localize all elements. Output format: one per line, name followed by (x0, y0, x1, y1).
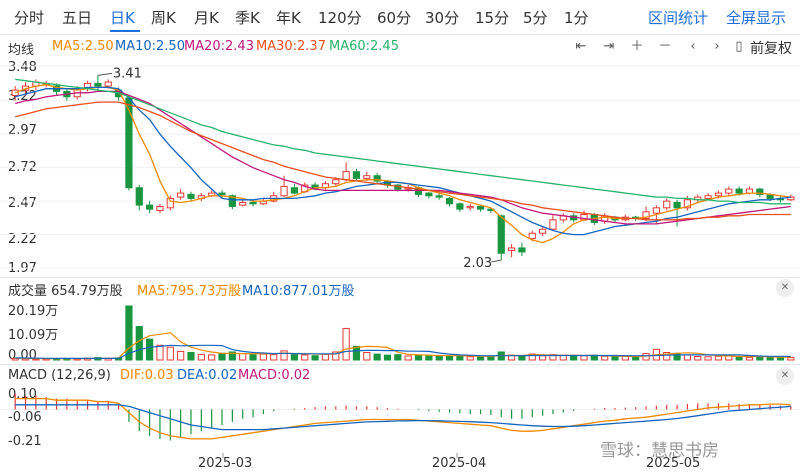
volume-bar (270, 354, 278, 361)
candle-body (280, 185, 288, 197)
volume-bar (301, 354, 309, 361)
volume-bar (539, 355, 547, 361)
volume-bar (373, 353, 381, 361)
volume-bar (218, 352, 226, 361)
candle-body (218, 192, 226, 195)
watermark: 雪球：慧思书房 (600, 441, 719, 461)
volume-bar (476, 356, 485, 361)
volume-bar (580, 355, 588, 361)
volume-bar (146, 338, 154, 361)
volume-bar (352, 345, 361, 361)
candle-body (352, 171, 361, 179)
candle-body (342, 171, 350, 181)
candle-body (466, 205, 474, 209)
volume-bar (466, 356, 474, 361)
volume-bar (363, 352, 371, 361)
volume-bar (787, 357, 795, 361)
candle-body (249, 201, 257, 205)
volume-bar (518, 355, 526, 361)
candle-body (146, 204, 154, 210)
volume-bar (239, 353, 247, 361)
candle-body (332, 179, 340, 185)
candle-body (704, 195, 712, 199)
candle-body (518, 247, 526, 253)
volume-bar (383, 354, 392, 361)
candle-body (94, 82, 102, 87)
volume-bar (311, 355, 319, 361)
candle-body (456, 203, 464, 210)
candle-body (156, 205, 164, 211)
volume-bar (135, 326, 143, 361)
volume-bar (683, 354, 692, 361)
candle-body (714, 192, 723, 197)
high-price-label: 3.41 (113, 66, 142, 81)
volume-bar (166, 346, 174, 361)
volume-bar (156, 344, 164, 361)
candle-body (735, 188, 743, 194)
candle-body (135, 187, 143, 206)
high-marker-line (97, 72, 112, 76)
candle-body (187, 193, 195, 199)
volume-bar (435, 355, 443, 361)
candle-body (652, 207, 660, 214)
candle-body (476, 205, 485, 210)
low-marker-line (491, 259, 502, 263)
volume-bar (601, 355, 609, 361)
volume-bar (611, 356, 619, 361)
candle-body (673, 201, 681, 209)
volume-bar (394, 354, 402, 361)
candle-body (725, 188, 733, 194)
volume-bar (259, 353, 267, 361)
volume-bar (632, 356, 640, 361)
candle-body (177, 192, 185, 198)
volume-bar (445, 355, 454, 361)
candle-body (507, 247, 516, 252)
low-price-label: 2.03 (463, 256, 492, 271)
candle-body (663, 200, 671, 209)
macd-dea-line (15, 404, 791, 431)
volume-bar (125, 305, 133, 361)
candle-body (528, 232, 536, 240)
candle-body (435, 195, 443, 198)
candle-body (445, 197, 454, 205)
candle-body (104, 81, 112, 87)
volume-bar (290, 354, 299, 361)
volume-bar (714, 355, 723, 361)
candle-body (539, 228, 547, 234)
volume-bar (249, 354, 257, 361)
volume-bar (559, 354, 567, 361)
volume-bar (425, 354, 433, 361)
candle-body (549, 219, 557, 230)
candle-body (497, 215, 505, 254)
volume-bar (187, 352, 195, 361)
volume-bar (414, 354, 423, 361)
candle-body (290, 187, 299, 194)
candle-body (425, 192, 433, 197)
kline-chart[interactable]: 3.41 2.03 (0, 0, 800, 474)
volume-bar (745, 356, 754, 361)
volume-bar (621, 356, 629, 361)
volume-bar (280, 350, 288, 361)
volume-bar (694, 356, 702, 361)
volume-bar (197, 353, 205, 361)
volume-bar (321, 353, 330, 361)
volume-bar (177, 350, 185, 361)
volume-bar (735, 356, 743, 361)
candle-body (239, 201, 247, 206)
volume-bar (487, 356, 495, 361)
volume-bar (404, 355, 412, 361)
volume-bar (570, 355, 578, 361)
candle-body (11, 89, 19, 96)
candle-body (363, 175, 371, 179)
volume-bar (342, 327, 350, 361)
volume-bar (704, 356, 712, 361)
volume-bar (776, 356, 785, 361)
volume-bar (642, 353, 650, 361)
volume-bar (208, 354, 216, 361)
